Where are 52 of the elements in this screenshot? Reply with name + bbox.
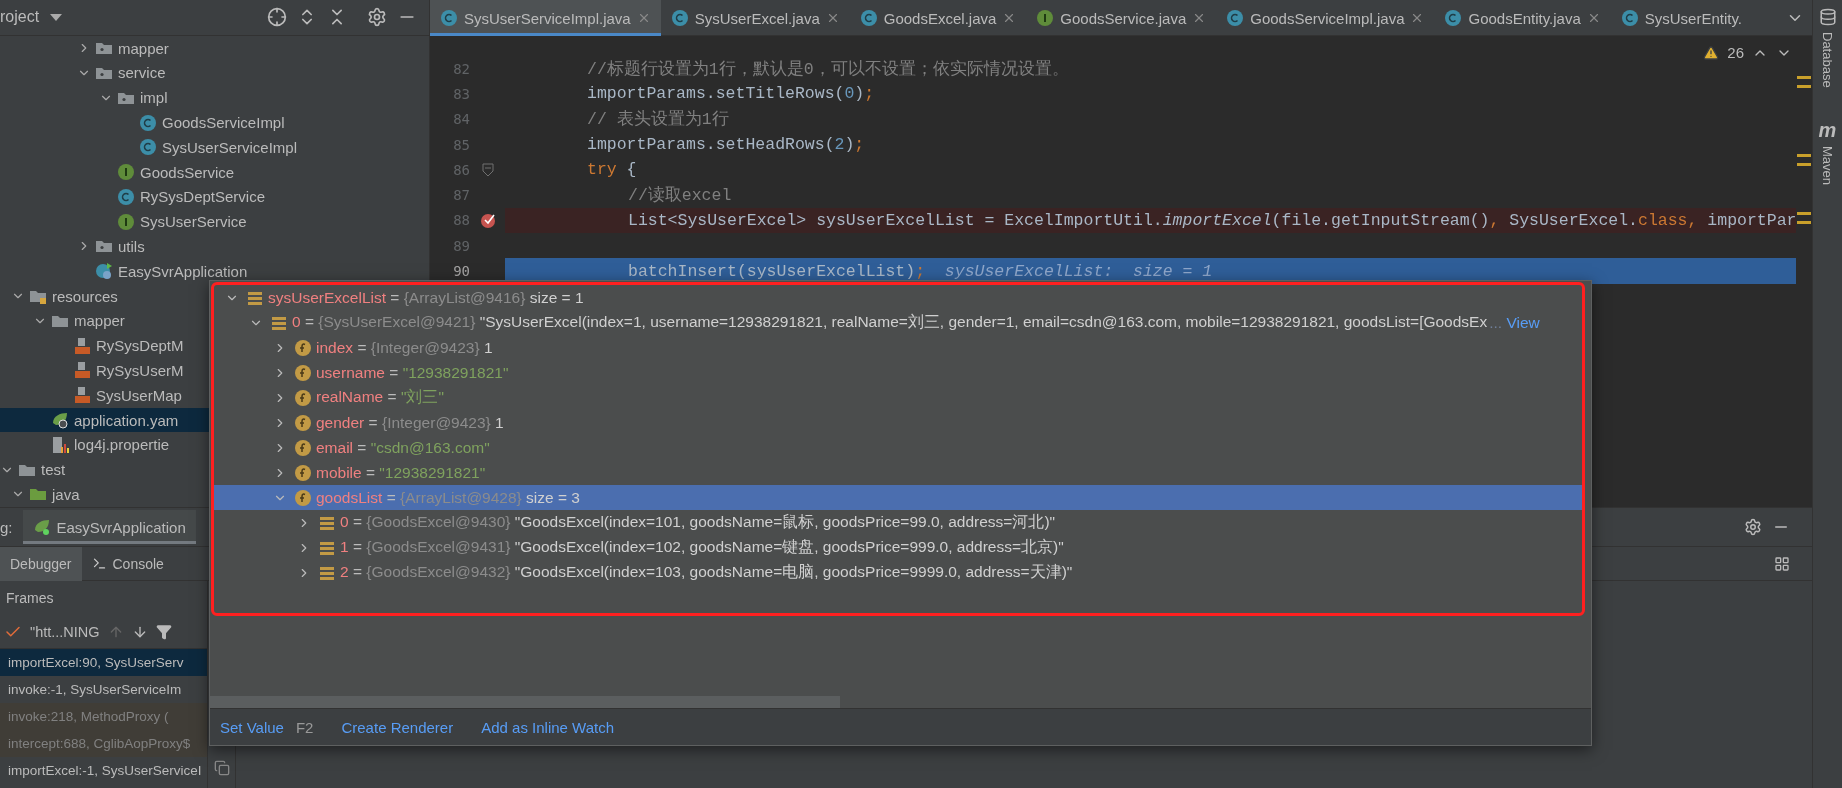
variable-text: sysUserExcelList = {ArrayList@9416} size = 1	[268, 288, 584, 307]
line-number: 88	[452, 212, 470, 229]
tree-item-label: SysUserMap	[96, 387, 182, 403]
variable-text: gender = {Integer@9423} 1	[316, 413, 504, 432]
line-number: 85	[452, 136, 470, 153]
line-number: 90	[452, 263, 470, 279]
code-line: importParams.setTitleRows(0);	[586, 83, 876, 106]
variable-text: mobile = "12938291821"	[316, 463, 486, 482]
tree-item-label: mapper	[74, 313, 125, 329]
line-number: 84	[452, 111, 470, 128]
tree-item-label: utils	[118, 239, 145, 254]
line-number: 83	[452, 85, 470, 102]
variable-text: goodsList = {ArrayList@9428} size = 3	[316, 488, 580, 507]
tree-item-label: test	[41, 462, 66, 478]
tree-item-label: EasySvrApplication	[118, 263, 248, 279]
variable-text: realName = "刘三"	[316, 387, 444, 407]
tree-item-label: SysUserServiceImpl	[162, 139, 298, 155]
line-number: 87	[452, 187, 470, 204]
tree-item-label: SysUserService	[140, 214, 247, 230]
variable-text: 2 = {GoodsExcel@9432} "GoodsExcel(index=103, goodsName=电脑, goodsPrice=9999.0, address=天津)"	[340, 562, 1073, 582]
line-number: 89	[452, 237, 470, 254]
maven-icon: m	[1818, 119, 1837, 140]
tree-item-label: java	[52, 486, 80, 502]
tree-item-label: RySysDeptService	[140, 189, 266, 205]
code-line: //标题行设置为1行，默认是0，可以不设置；依实际情况设置。	[586, 58, 1070, 81]
code-line: importParams.setHeadRows(2);	[586, 134, 866, 157]
tree-item-label: GoodsServiceImpl	[162, 115, 285, 130]
tree-item-label: mapper	[118, 40, 169, 56]
variable-text: 1 = {GoodsExcel@9431} "GoodsExcel(index=102, goodsName=键盘, goodsPrice=999.0, address=北京)"	[340, 537, 1064, 557]
tool-window-label: Maven	[1820, 145, 1835, 185]
variable-text: 0 = {GoodsExcel@9430} "GoodsExcel(index=101, goodsName=鼠标, goodsPrice=99.0, address=河北)"	[340, 512, 1056, 532]
code-line: //读取excel	[627, 185, 733, 208]
tree-item-label: impl	[140, 90, 168, 106]
code-line: // 表头设置为1行	[586, 109, 730, 132]
tool-window-label: Database	[1820, 32, 1835, 88]
variable-text: email = "csdn@163.com"	[316, 438, 490, 457]
tree-item-label: application.yam	[74, 412, 179, 428]
variable-text: username = "12938291821"	[316, 363, 509, 382]
variable-text: index = {Integer@9423} 1	[316, 338, 493, 357]
tree-item-label: RySysDeptM	[96, 338, 184, 354]
variable-text: 0 = {SysUserExcel@9421} "SysUserExcel(index=1, username=12938291821, realName=刘三, gender=1, email=csdn@163.com, mobile=12938291821, goodsList=[GoodsEx	[292, 312, 1488, 332]
line-number: 86	[452, 161, 470, 178]
debug-label: g:	[0, 518, 13, 536]
shortcut-hint: F2	[295, 718, 314, 736]
tree-item-label: log4j.propertie	[74, 437, 170, 453]
line-number: 82	[452, 60, 470, 77]
tree-item-label: resources	[52, 288, 118, 304]
frames-title: Frames	[5, 589, 55, 608]
tree-item-label: GoodsService	[140, 164, 235, 180]
code-line: try {	[586, 159, 638, 182]
tree-item-label: RySysUserM	[96, 362, 184, 378]
tree-item-label: service	[118, 65, 166, 81]
